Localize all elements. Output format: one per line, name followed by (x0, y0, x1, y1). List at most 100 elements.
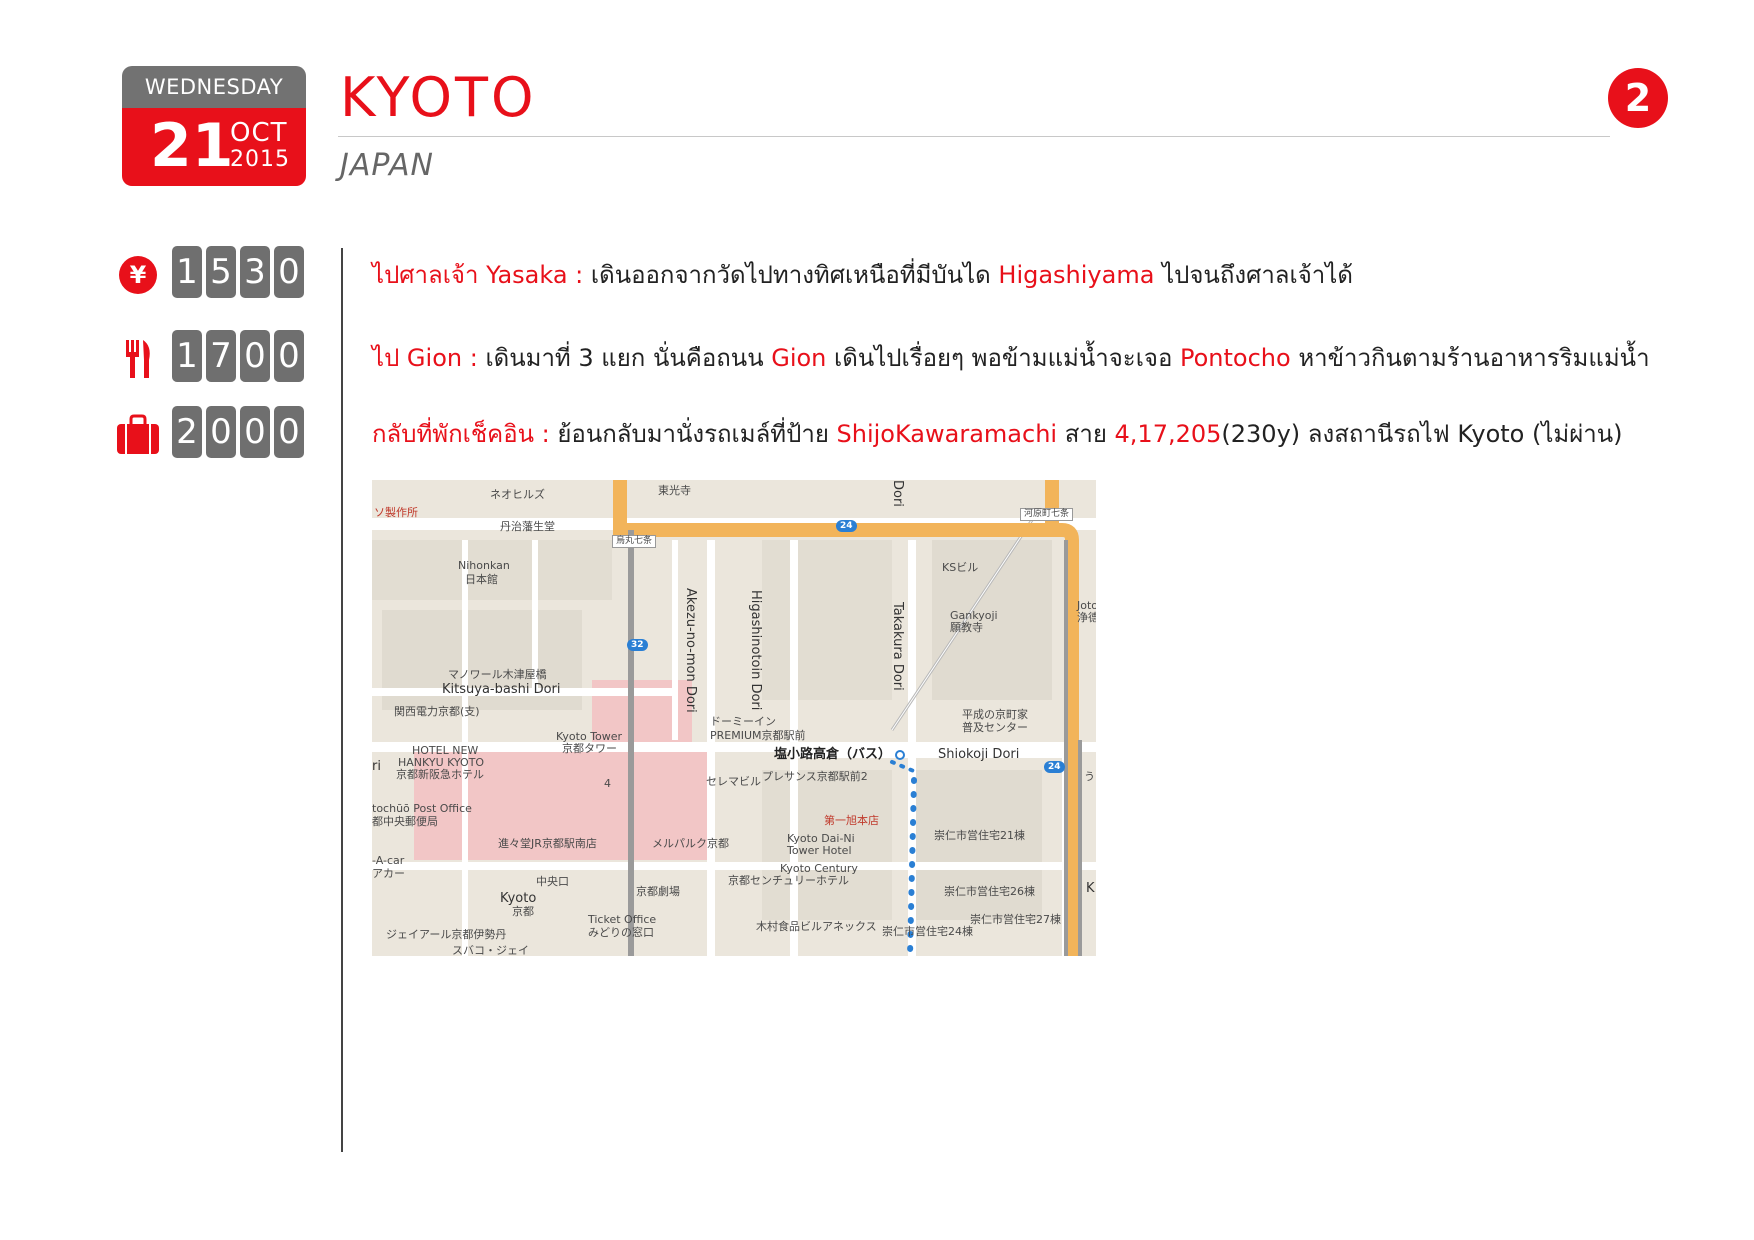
month-label: OCT (230, 118, 288, 148)
map-label: アカー (372, 867, 405, 880)
map-label: 崇仁市営住宅21棟 (934, 829, 1025, 842)
itinerary-text: เดินออกจากวัดไปทางทิศเหนือที่มีบันได (590, 261, 999, 289)
itinerary-text: เดินมาที่ 3 แยก นั่นคือถนน (485, 344, 772, 372)
map-label: 都中央郵便局 (372, 815, 438, 828)
stop-title: กลับที่พักเช็คอิน : (372, 420, 558, 448)
digit: 1 (172, 246, 202, 298)
map-label: ジェイアール京都伊勢丹 (386, 928, 507, 941)
map-label: 日本館 (465, 573, 498, 586)
map-label: ネオヒルズ (490, 488, 545, 501)
digit: 1 (172, 330, 202, 382)
place-highlight: Higashiyama (998, 261, 1155, 289)
map-label: 木村食品ビルアネックス (756, 920, 877, 933)
street-label: Higashinotoin Dori (748, 590, 763, 711)
map-label: 京都タワー (562, 742, 617, 755)
date-main: 21 OCT 2015 (122, 108, 306, 186)
street-label: Dori (890, 480, 905, 507)
digit: 0 (240, 406, 270, 458)
itinerary-line-2: ไป Gion : เดินมาที่ 3 แยก นั่นคือถนน Gio… (372, 341, 1650, 375)
weekday-label: WEDNESDAY (122, 66, 306, 108)
street-label: Kitsuya-bashi Dori (442, 682, 561, 697)
itinerary-text: (230y) ลงสถานีรถไฟ Kyoto (ไม่ผ่าน) (1221, 420, 1623, 448)
vertical-divider (341, 248, 343, 1152)
map-label: 第一旭本店 (824, 814, 879, 827)
map-label: ドーミーイン (710, 715, 776, 728)
bus-lines-highlight: 4,17,205 (1114, 420, 1222, 448)
street-label: Takakura Dori (890, 602, 905, 691)
digit: 3 (240, 246, 270, 298)
itinerary-line-1: ไปศาลเจ้า Yasaka : เดินออกจากวัดไปทางทิศ… (372, 258, 1353, 292)
map-label: -A-car (372, 854, 405, 867)
map-label: プレサンス京都駅前2 (762, 770, 868, 783)
page-title: KYOTO (340, 66, 537, 129)
map-label: 願教寺 (950, 621, 983, 634)
map-label: K (1086, 881, 1095, 896)
itinerary-line-3: กลับที่พักเช็คอิน : ย้อนกลับมานั่งรถเมล์… (372, 417, 1623, 451)
map-label: セレマビル (706, 775, 761, 788)
country-subtitle: JAPAN (340, 148, 434, 183)
itinerary-text: ย้อนกลับมานั่งรถเมล์ที่ป้าย (557, 420, 837, 448)
map-label: 京都新阪急ホテル (396, 768, 484, 781)
digit: 0 (274, 246, 304, 298)
map-label: 崇仁市営住宅24棟 (882, 925, 973, 938)
map-label: 京都センチュリーホテル (728, 874, 849, 887)
station-label: Kyoto (500, 891, 537, 906)
day-number: 21 (150, 111, 234, 181)
itinerary-text: เดินไปเรื่อยๆ พอข้ามแม่น้ำจะเจอ (826, 344, 1180, 372)
digit: 2 (172, 406, 202, 458)
bus-stop-label: 塩小路高倉（バス） (774, 747, 892, 762)
route-shield: 24 (1044, 761, 1065, 773)
route-map[interactable]: ネオヒルズ 東光寺 ソ製作所 丹治藩生堂 烏丸七条 河原町七条 24 24 32… (372, 480, 1096, 956)
digit: 7 (206, 330, 236, 382)
map-label: マノワール木津屋橋 (448, 668, 547, 681)
street-label: Akezu-no-mon Dori (683, 588, 698, 713)
map-label: 関西電力京都(支) (394, 705, 480, 718)
map-label: 浄德 (1077, 611, 1096, 624)
map-label: メルパルク京都 (652, 837, 729, 850)
map-label: 平成の京町家 (962, 708, 1028, 721)
digit: 5 (206, 246, 236, 298)
map-label: 進々堂JR京都駅南店 (498, 837, 597, 850)
place-highlight: ShijoKawaramachi (836, 420, 1058, 448)
map-label: 烏丸七条 (612, 535, 657, 548)
street-label: Shiokoji Dori (938, 747, 1020, 762)
map-label: 京都劇場 (636, 885, 680, 898)
map-label: Tower Hotel (787, 844, 852, 857)
itinerary-text: ไปจนถึงศาลเจ้าได้ (1154, 261, 1353, 289)
route-shield: 24 (836, 520, 857, 532)
header-divider (338, 136, 1610, 137)
map-label: 崇仁市営住宅26棟 (944, 885, 1035, 898)
suitcase-icon (116, 414, 160, 454)
map-label: 京都 (512, 905, 534, 918)
map-label: Ticket Office (588, 913, 657, 926)
cost-digits: 1 7 0 0 (172, 330, 308, 382)
map-label: 4 (604, 777, 611, 790)
map-label: 丹治藩生堂 (500, 520, 555, 533)
map-label: 普及センター (962, 721, 1028, 734)
cost-digits: 1 5 3 0 (172, 246, 308, 298)
digit: 0 (206, 406, 236, 458)
map-label: う (1084, 770, 1095, 783)
itinerary-text: สาย (1057, 420, 1115, 448)
map-label: ri (372, 759, 381, 774)
place-highlight: Gion (771, 344, 827, 372)
cost-digits: 2 0 0 0 (172, 406, 308, 458)
stop-title: ไป Gion : (372, 344, 486, 372)
digit: 0 (274, 330, 304, 382)
yen-icon: ¥ (116, 254, 160, 294)
map-label: 崇仁市営住宅27棟 (970, 913, 1061, 926)
map-label: 東光寺 (658, 484, 691, 497)
map-label: KSビル (942, 561, 979, 574)
map-label: 中央口 (536, 875, 569, 888)
map-label: 河原町七条 (1020, 508, 1074, 521)
digit: 0 (274, 406, 304, 458)
fork-knife-icon (116, 338, 160, 378)
map-label: tochūō Post Office (372, 802, 472, 815)
stop-title: ไปศาลเจ้า Yasaka : (372, 261, 591, 289)
map-label: ソ製作所 (374, 506, 418, 519)
map-label: スバコ・ジェイ (452, 944, 529, 956)
date-badge: WEDNESDAY 21 OCT 2015 (122, 66, 306, 186)
map-label: Nihonkan (458, 559, 510, 572)
place-highlight: Pontocho (1180, 344, 1291, 372)
year-label: 2015 (230, 147, 290, 172)
